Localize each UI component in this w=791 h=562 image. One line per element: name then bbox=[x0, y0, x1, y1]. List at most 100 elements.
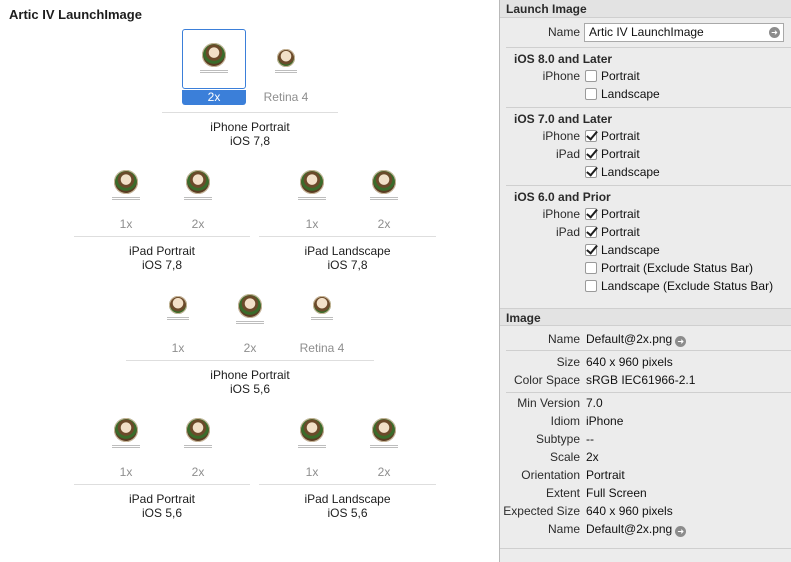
section-header-image: Image bbox=[500, 308, 791, 326]
slot-label: Retina 4 bbox=[299, 341, 345, 355]
launch-image-thumbnail bbox=[112, 418, 140, 448]
asset-catalog-pane: Artic IV LaunchImage 2x Retina 4 iPhone … bbox=[0, 0, 499, 562]
ios6-ipad-landscape-row: Landscape bbox=[500, 241, 791, 259]
slot-ipad-portrait-ios56-2x[interactable]: 2x bbox=[166, 404, 230, 480]
divider bbox=[506, 185, 791, 186]
divider bbox=[506, 392, 791, 393]
group-title-ipad-landscape-ios56: iPad Landscape iOS 5,6 bbox=[304, 492, 391, 520]
slot-label: 1x bbox=[119, 465, 133, 479]
launch-image-thumbnail bbox=[184, 418, 212, 448]
slot-label: 2x bbox=[377, 217, 391, 231]
image-color-space-row: Color Space sRGB IEC61966-2.1 bbox=[513, 373, 696, 387]
image-idiom-row: Idiom iPhone bbox=[550, 414, 624, 428]
group-divider bbox=[162, 112, 338, 113]
ios8-iphone-landscape-row: Landscape bbox=[500, 85, 791, 103]
group-divider bbox=[74, 236, 250, 237]
launch-image-thumbnail bbox=[112, 170, 140, 200]
group-title-ipad-landscape-ios78: iPad Landscape iOS 7,8 bbox=[304, 244, 391, 272]
slot-iphone-portrait-ios56-2x[interactable]: 2x bbox=[218, 280, 282, 356]
ios6-iphone-portrait-row: iPhone Portrait bbox=[542, 207, 640, 221]
slot-label: 2x bbox=[191, 465, 205, 479]
slot-ipad-landscape-ios78-1x[interactable]: 1x bbox=[280, 156, 344, 232]
group-divider bbox=[126, 360, 374, 361]
ios8-title: iOS 8.0 and Later bbox=[514, 52, 613, 66]
ios7-ipad-portrait-checkbox[interactable] bbox=[585, 148, 597, 160]
group-divider bbox=[74, 484, 250, 485]
image-expected-size-row: Expected Size 640 x 960 pixels bbox=[503, 504, 673, 518]
launch-image-thumbnail bbox=[275, 49, 297, 73]
ios7-iphone-portrait-checkbox[interactable] bbox=[585, 130, 597, 142]
slot-label: 2x bbox=[377, 465, 391, 479]
launch-image-thumbnail bbox=[167, 296, 189, 320]
image-name-row: Name Default@2x.png ➜ bbox=[500, 330, 791, 348]
slot-iphone-portrait-ios56-1x[interactable]: 1x bbox=[146, 280, 210, 356]
launch-image-thumbnail bbox=[370, 418, 398, 448]
section-header-launch-image: Launch Image bbox=[500, 0, 791, 18]
ios7-ipad-portrait-row: iPad Portrait bbox=[555, 147, 640, 161]
slot-label: 1x bbox=[305, 217, 319, 231]
ios6-ipad-portrait-checkbox[interactable] bbox=[585, 226, 597, 238]
slot-label: Retina 4 bbox=[263, 90, 309, 104]
group-title-ipad-portrait-ios78: iPad Portrait iOS 7,8 bbox=[128, 244, 196, 272]
slot-label: 2x bbox=[243, 341, 257, 355]
slot-iphone-portrait-ios56-retina4[interactable]: Retina 4 bbox=[290, 280, 354, 356]
slot-ipad-portrait-ios56-1x[interactable]: 1x bbox=[94, 404, 158, 480]
group-divider bbox=[259, 236, 436, 237]
image-orientation-row: Orientation Portrait bbox=[521, 468, 625, 482]
ios6-title: iOS 6.0 and Prior bbox=[514, 190, 611, 204]
ios6-portrait-exclude-checkbox[interactable] bbox=[585, 262, 597, 274]
ios7-ipad-landscape-checkbox[interactable] bbox=[585, 166, 597, 178]
ios7-ipad-landscape-row: Landscape bbox=[500, 163, 791, 181]
ios6-landscape-exclude-row: Landscape (Exclude Status Bar) bbox=[500, 277, 791, 295]
attributes-inspector: Launch Image Name Artic IV LaunchImage ➜… bbox=[500, 0, 791, 562]
divider bbox=[506, 350, 791, 351]
image-subtype-row: Subtype -- bbox=[535, 432, 594, 446]
ios6-ipad-landscape-checkbox[interactable] bbox=[585, 244, 597, 256]
image-min-version-row: Min Version 7.0 bbox=[517, 396, 603, 410]
launch-image-thumbnail bbox=[370, 170, 398, 200]
group-divider bbox=[259, 484, 436, 485]
divider bbox=[500, 548, 791, 549]
launch-image-thumbnail bbox=[184, 170, 212, 200]
slot-iphone-portrait-ios78-retina4[interactable]: Retina 4 bbox=[254, 29, 318, 105]
ios7-title: iOS 7.0 and Later bbox=[514, 112, 613, 126]
ios7-iphone-portrait-row: iPhone Portrait bbox=[542, 129, 640, 143]
ios6-portrait-exclude-row: Portrait (Exclude Status Bar) bbox=[500, 259, 791, 277]
launch-image-thumbnail bbox=[311, 296, 333, 320]
group-title-ipad-portrait-ios56: iPad Portrait iOS 5,6 bbox=[128, 492, 196, 520]
arrow-circle-right-icon[interactable]: ➜ bbox=[675, 526, 687, 537]
arrow-circle-right-icon[interactable]: ➜ bbox=[675, 336, 687, 347]
image-file-name-row: Name Default@2x.png ➜ bbox=[500, 520, 791, 538]
group-title-iphone-portrait-ios56: iPhone Portrait iOS 5,6 bbox=[210, 368, 290, 396]
launch-image-thumbnail bbox=[298, 170, 326, 200]
image-size-row: Size 640 x 960 pixels bbox=[556, 355, 673, 369]
ios8-iphone-portrait-checkbox[interactable] bbox=[585, 70, 597, 82]
catalog-title: Artic IV LaunchImage bbox=[9, 7, 142, 22]
ios8-iphone-landscape-checkbox[interactable] bbox=[585, 88, 597, 100]
slot-label: 1x bbox=[119, 217, 133, 231]
ios6-ipad-portrait-row: iPad Portrait bbox=[555, 225, 640, 239]
slot-label: 1x bbox=[171, 341, 185, 355]
slot-label: 1x bbox=[305, 465, 319, 479]
slot-label: 2x bbox=[191, 217, 205, 231]
launch-image-thumbnail bbox=[200, 43, 228, 73]
slot-ipad-landscape-ios56-1x[interactable]: 1x bbox=[280, 404, 344, 480]
divider bbox=[506, 47, 791, 48]
name-input[interactable]: Artic IV LaunchImage ➜ bbox=[584, 23, 784, 42]
divider bbox=[506, 107, 791, 108]
arrow-circle-right-icon[interactable]: ➜ bbox=[769, 27, 780, 38]
image-scale-row: Scale 2x bbox=[549, 450, 599, 464]
group-title-iphone-portrait-ios78: iPhone Portrait iOS 7,8 bbox=[210, 120, 290, 148]
image-extent-row: Extent Full Screen bbox=[545, 486, 647, 500]
ios6-iphone-portrait-checkbox[interactable] bbox=[585, 208, 597, 220]
launch-image-thumbnail bbox=[236, 294, 264, 324]
slot-ipad-portrait-ios78-2x[interactable]: 2x bbox=[166, 156, 230, 232]
ios6-landscape-exclude-checkbox[interactable] bbox=[585, 280, 597, 292]
slot-label: 2x bbox=[182, 90, 246, 105]
launch-image-thumbnail bbox=[298, 418, 326, 448]
slot-ipad-portrait-ios78-1x[interactable]: 1x bbox=[94, 156, 158, 232]
slot-ipad-landscape-ios78-2x[interactable]: 2x bbox=[352, 156, 416, 232]
ios8-iphone-portrait-row: iPhone Portrait bbox=[542, 69, 640, 83]
slot-ipad-landscape-ios56-2x[interactable]: 2x bbox=[352, 404, 416, 480]
slot-iphone-portrait-ios78-2x[interactable]: 2x bbox=[182, 29, 246, 105]
